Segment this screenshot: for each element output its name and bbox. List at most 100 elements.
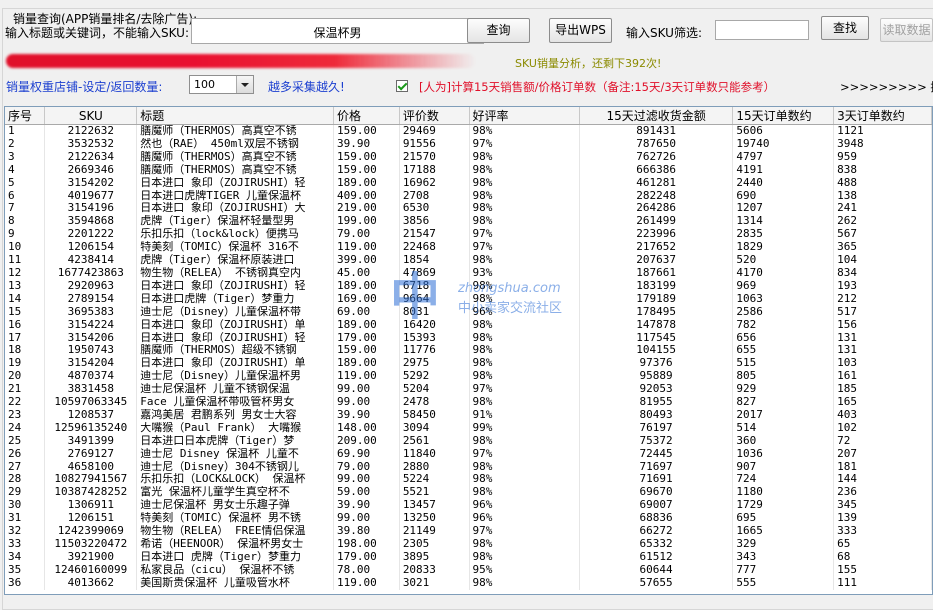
table-cell: 1180 xyxy=(732,486,835,500)
find-button[interactable]: 查找 xyxy=(821,16,869,40)
table-cell: 2017 xyxy=(732,408,835,422)
col-header[interactable]: SKU xyxy=(44,107,138,125)
table-cell: 207 xyxy=(833,447,932,461)
table-row[interactable]: 36 4013662 美国斯贵保温杯 儿童吸管水杯 119.00 3021 98% 5765… xyxy=(5,576,932,590)
table-cell: 777 xyxy=(732,563,835,577)
table-cell: 198.00 xyxy=(333,538,400,551)
table-cell: 3856 xyxy=(399,215,470,229)
table-row[interactable]: 29 10387428252 富光 保温杯儿童学生真空杯不 59.00 5521 98% 6… xyxy=(5,486,932,500)
table-row[interactable]: 25 3491399 日本进口日本虎牌（Tiger）梦 209.00 2561 98% 75… xyxy=(5,434,932,448)
table-cell: 98% xyxy=(469,486,580,500)
table-row[interactable]: 20 4870374 迪士尼（Disney）儿童保温杯男 119.00 5292 98% 9… xyxy=(5,370,932,384)
query-button[interactable]: 查询 xyxy=(467,18,530,43)
col-header[interactable]: 15天订单数约 xyxy=(732,107,835,125)
table-cell: 1729 xyxy=(732,499,835,513)
table-cell: 34 xyxy=(5,550,46,564)
table-row[interactable]: 21 3831458 迪士尼保温杯 儿童不锈钢保温 99.00 5204 97% 92053… xyxy=(5,383,932,397)
table-row[interactable]: 18 1950743 膳魔师（THERMOS）超级不锈钢 159.00 11776 98%… xyxy=(5,344,932,358)
table-cell: 2122634 xyxy=(44,150,138,164)
export-wps-button[interactable]: 导出WPS xyxy=(549,18,612,43)
table-cell: 物生物（RELEA） 不锈钢真空内 xyxy=(136,266,335,280)
table-cell: 3094 xyxy=(399,421,470,435)
table-cell: 32 xyxy=(5,525,46,538)
table-cell: 58450 xyxy=(399,408,470,422)
results-grid: 序号 SKU 标题 价格 评价数 好评率 15天过滤收货金额 15天订单数约 3… xyxy=(5,107,932,590)
table-row[interactable]: 15 3695383 迪士尼（Disney）儿童保温杯带 69.00 8031 96% 17… xyxy=(5,305,932,319)
table-cell: 95% xyxy=(469,563,580,577)
table-cell: 1063 xyxy=(732,292,835,306)
table-row[interactable]: 32 1242399069 物生物（RELEA） FREE情侣保温 39.80 2114… xyxy=(5,525,932,538)
table-row[interactable]: 33 11503220472 希诺（HEENOOR） 保温杯男女士 198.00 230… xyxy=(5,538,932,551)
table-row[interactable]: 13 2920963 日本进口 象印（ZOJIRUSHI）轻 189.00 6718 98… xyxy=(5,279,932,293)
table-header-row: 序号 SKU 标题 价格 评价数 好评率 15天过滤收货金额 15天订单数约 3… xyxy=(5,107,932,125)
table-cell: 10597063345 xyxy=(44,396,138,409)
table-cell: 2669346 xyxy=(44,163,138,177)
sku-filter-input[interactable] xyxy=(715,20,809,40)
table-row[interactable]: 27 4658100 迪士尼（Disney）304不锈钢儿 79.00 2880 98% 7… xyxy=(5,460,932,474)
col-header[interactable]: 好评率 xyxy=(469,107,580,125)
table-cell: 782 xyxy=(732,318,835,332)
table-cell: 4013662 xyxy=(44,576,138,590)
table-cell: 189.00 xyxy=(333,357,400,371)
table-row[interactable]: 34 3921900 日本进口 虎牌（Tiger）梦重力 179.00 3895 98% 6… xyxy=(5,550,932,564)
table-row[interactable]: 28 10827941567 乐扣乐扣（LOCK&LOCK） 保温杯 99.00 522… xyxy=(5,473,932,487)
table-cell: 75372 xyxy=(579,434,734,448)
return-count-value: 100 xyxy=(194,78,215,91)
table-cell: 179189 xyxy=(579,292,734,306)
table-row[interactable]: 30 1306911 迪士尼保温杯 男女士乐趣子弹 39.90 13457 96% 6900… xyxy=(5,499,932,513)
col-header[interactable]: 序号 xyxy=(5,107,46,125)
table-row[interactable]: 17 3154206 日本进口 象印（ZOJIRUSHI）轻 179.00 15393 9… xyxy=(5,331,932,345)
table-row[interactable]: 4 2669346 膳魔师（THERMOS）高真空不锈 159.00 17188 98% 6… xyxy=(5,163,932,177)
table-cell: 4019677 xyxy=(44,189,138,203)
table-cell: 97% xyxy=(469,137,580,151)
table-row[interactable]: 11 4238414 虎牌（Tiger）保温杯原装进口 399.00 1854 98% 20… xyxy=(5,254,932,267)
read-data-button[interactable]: 读取数据 xyxy=(880,18,933,42)
calc-checkbox[interactable] xyxy=(396,80,408,92)
table-cell: 21 xyxy=(5,383,46,397)
col-header[interactable]: 评价数 xyxy=(399,107,470,125)
table-row[interactable]: 24 12596135240 大嘴猴（Paul Frank） 大嘴猴 148.00 30… xyxy=(5,421,932,435)
col-header[interactable]: 3天订单数约 xyxy=(833,107,932,125)
table-row[interactable]: 9 2201222 乐扣乐扣（lock&lock）便携马 79.00 21547 97% 2… xyxy=(5,228,932,242)
keyword-input[interactable]: 保温杯男 xyxy=(191,18,484,44)
table-row[interactable]: 35 12460160099 私家良品（cicu） 保温杯不锈 78.00 20833 9… xyxy=(5,563,932,577)
table-cell: 79.00 xyxy=(333,460,400,474)
table-row[interactable]: 22 10597063345 Face 儿童保温杯带吸管杯男女 99.00 2478 98… xyxy=(5,396,932,409)
table-row[interactable]: 14 2789154 日本进口虎牌（Tiger）梦重力 169.00 9664 98% 17… xyxy=(5,292,932,306)
col-header[interactable]: 15天过滤收货金额 xyxy=(579,107,734,125)
table-cell: 98% xyxy=(469,215,580,229)
table-cell: 11 xyxy=(5,254,46,267)
table-row[interactable]: 12 1677423863 物生物（RELEA） 不锈钢真空内 45.00 47869 9… xyxy=(5,266,932,280)
table-cell: 81955 xyxy=(579,396,734,409)
table-row[interactable]: 6 4019677 日本进口虎牌TIGER 儿童保温杯 409.00 2708 98% 28… xyxy=(5,189,932,203)
results-table[interactable]: 序号 SKU 标题 价格 评价数 好评率 15天过滤收货金额 15天订单数约 3… xyxy=(4,106,933,595)
table-row[interactable]: 10 1206154 特美刻（TOMIC）保温杯 316不 119.00 22468 97… xyxy=(5,241,932,255)
table-cell: 35 xyxy=(5,563,46,577)
table-cell: 24 xyxy=(5,421,46,435)
table-cell: 98% xyxy=(469,538,580,551)
table-cell: 日本进口日本虎牌（Tiger）梦 xyxy=(136,434,335,448)
col-header[interactable]: 价格 xyxy=(333,107,400,125)
table-row[interactable]: 3 2122634 膳魔师（THERMOS）高真空不锈 159.00 21570 98% 7… xyxy=(5,150,932,164)
table-cell: 147878 xyxy=(579,318,734,332)
table-row[interactable]: 23 1208537 嘉鸿美居 君鹏系列 男女士大容 39.90 58450 91% 804… xyxy=(5,408,932,422)
table-cell: 183199 xyxy=(579,279,734,293)
table-row[interactable]: 26 2769127 迪士尼 Disney 保温杯 儿童不 69.90 11840 97%… xyxy=(5,447,932,461)
table-row[interactable]: 19 3154204 日本进口 象印（ZOJIRUSHI）单 189.00 2975 98… xyxy=(5,357,932,371)
return-count-select[interactable]: 100 xyxy=(189,75,254,94)
table-row[interactable]: 8 3594868 虎牌（Tiger）保温杯轻量型男 199.00 3856 98% 261… xyxy=(5,215,932,229)
table-cell: 76197 xyxy=(579,421,734,435)
table-row[interactable]: 1 2122632 膳魔师（THERMOS）高真空不锈 159.00 29469 98% 8… xyxy=(5,124,932,138)
table-row[interactable]: 16 3154224 日本进口 象印（ZOJIRUSHI）单 189.00 16420 9… xyxy=(5,318,932,332)
col-header[interactable]: 标题 xyxy=(136,107,335,125)
table-cell: 514 xyxy=(732,421,835,435)
table-row[interactable]: 2 3532532 然也（RAE） 450ml双层不锈钢 39.90 91556 97% 7… xyxy=(5,137,932,151)
table-cell: 日本进口 象印（ZOJIRUSHI）单 xyxy=(136,357,335,371)
table-cell: 22 xyxy=(5,396,46,409)
table-row[interactable]: 31 1206151 特美刻（TOMIC）保温杯 男不锈 99.00 13250 96% 6… xyxy=(5,512,932,526)
table-row[interactable]: 5 3154202 日本进口 象印（ZOJIRUSHI）轻 189.00 16962 98… xyxy=(5,176,932,190)
table-cell: 159.00 xyxy=(333,344,400,358)
table-row[interactable]: 7 3154196 日本进口 象印（ZOJIRUSHI）大 219.00 6530 98%… xyxy=(5,202,932,216)
chevron-down-icon[interactable] xyxy=(236,76,253,93)
table-cell: 7 xyxy=(5,202,46,216)
